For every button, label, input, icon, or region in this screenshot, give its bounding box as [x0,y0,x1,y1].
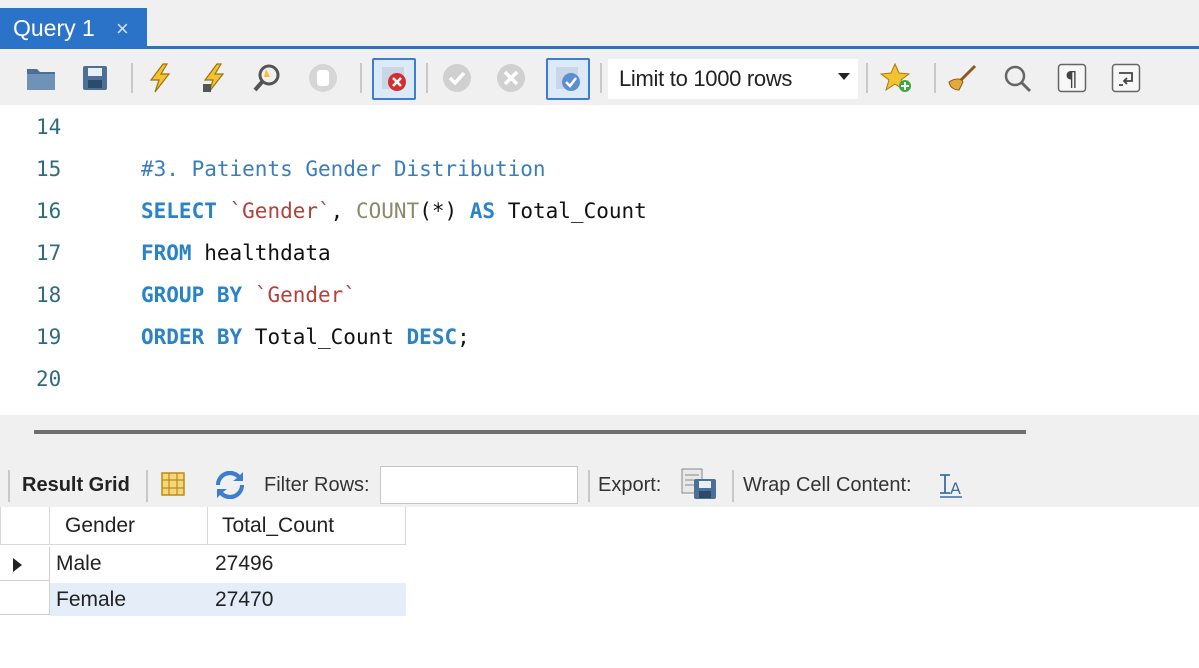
toolbar-separator [360,63,362,93]
line-number: 17 [36,241,62,265]
result-grid-tab[interactable]: Result Grid [22,474,130,497]
filter-rows-label: Filter Rows: [264,474,370,496]
line-number: 19 [36,325,62,349]
sql-text: , [330,199,356,223]
wrap-icon[interactable] [1110,61,1142,95]
line-number: 14 [36,115,62,139]
invisible-chars-icon[interactable]: ¶ [1056,61,1088,95]
grid-corner [0,507,50,545]
sql-identifier-quoted: `Gender` [229,199,331,223]
sql-keyword: GROUP BY [141,283,243,307]
table-cell[interactable]: 27496 [208,545,406,583]
toolbar-separator [8,470,10,502]
wrap-cell-label: Wrap Cell Content: [743,474,912,496]
sql-comment: #3. Patients Gender Distribution [141,157,546,181]
filter-rows-input[interactable] [380,466,578,504]
tab-label: Query 1 [13,15,95,41]
toolbar-separator [588,470,590,502]
line-number: 20 [36,367,62,391]
sql-text: Total_Count [242,325,407,349]
grid-layout-icon[interactable] [160,471,186,503]
toolbar-separator [866,63,868,93]
editor-line: 16 SELECT `Gender`, COUNT(*) AS Total_Co… [0,199,1199,229]
current-row-arrow-icon [13,558,22,572]
table-cell[interactable]: 27470 [208,583,406,616]
sql-keyword: AS [469,199,496,223]
sql-keyword: ORDER BY [141,325,243,349]
panel-splitter-area [0,415,1199,465]
tab-query-1[interactable]: Query 1 × [0,8,147,49]
sql-keyword: DESC [406,325,458,349]
svg-text:A: A [950,479,961,498]
sql-editor[interactable]: 14 15 #3. Patients Gender Distribution 1… [0,105,1199,415]
limit-rows-select[interactable]: Limit to 1000 rows [608,59,858,99]
editor-line: 17 FROM healthdata [0,241,1199,271]
editor-line: 14 [0,115,1199,145]
column-header[interactable]: Gender [50,507,208,545]
limit-rows-value: Limit to 1000 rows [619,66,793,91]
refresh-icon[interactable] [214,470,246,505]
sql-text: (*) [419,199,470,223]
execute-current-icon[interactable] [198,61,232,95]
toolbar-separator [146,470,148,502]
wrap-cell-icon[interactable]: A [938,473,964,505]
export-label: Export: [598,474,662,496]
sql-text: Total_Count [495,199,647,223]
toolbar-separator [934,63,936,93]
toolbar-separator [426,63,428,93]
sql-keyword: SELECT [141,199,217,223]
chevron-down-icon [838,73,850,80]
export-icon[interactable] [680,467,718,507]
toolbar-separator [600,63,602,93]
editor-line: 19 ORDER BY Total_Count DESC; [0,325,1199,355]
editor-line: 20 [0,367,1199,397]
table-cell[interactable]: Male [50,545,208,583]
find-icon[interactable] [1000,61,1034,95]
explain-icon[interactable] [252,61,286,95]
add-snippet-icon[interactable] [880,61,914,95]
row-header[interactable] [0,581,50,615]
sql-text: healthdata [191,241,331,265]
svg-text:¶: ¶ [1065,67,1078,91]
result-grid: Gender Total_Count Male 27496 Female 274… [0,507,1199,668]
rollback-icon[interactable] [494,61,528,95]
sql-toolbar: Limit to 1000 rows ¶ [0,49,1199,105]
sql-text: ; [457,325,470,349]
row-header[interactable] [0,547,50,581]
query-tab-bar: Query 1 × [0,0,1199,49]
stop-icon[interactable] [306,61,340,95]
folder-icon[interactable] [24,61,58,95]
toggle-error-icon[interactable] [372,58,416,100]
column-header[interactable]: Total_Count [208,507,406,545]
close-icon[interactable]: × [116,16,129,42]
save-icon[interactable] [78,61,112,95]
execute-icon[interactable] [143,61,177,95]
line-number: 15 [36,157,62,181]
sql-function: COUNT [355,199,420,223]
result-toolbar: Result Grid Filter Rows: Export: Wrap Ce… [0,465,1199,507]
autocommit-icon[interactable] [546,58,590,100]
editor-line: 18 GROUP BY `Gender` [0,283,1199,313]
sql-identifier-quoted: `Gender` [254,283,356,307]
editor-line: 15 #3. Patients Gender Distribution [0,157,1199,187]
commit-icon[interactable] [440,61,474,95]
line-number: 18 [36,283,62,307]
toolbar-separator [131,63,133,93]
beautify-icon[interactable] [945,61,979,95]
toolbar-separator [732,470,734,502]
panel-splitter[interactable] [34,430,1026,434]
sql-keyword: FROM [141,241,192,265]
line-number: 16 [36,199,62,223]
table-cell[interactable]: Female [50,583,208,616]
